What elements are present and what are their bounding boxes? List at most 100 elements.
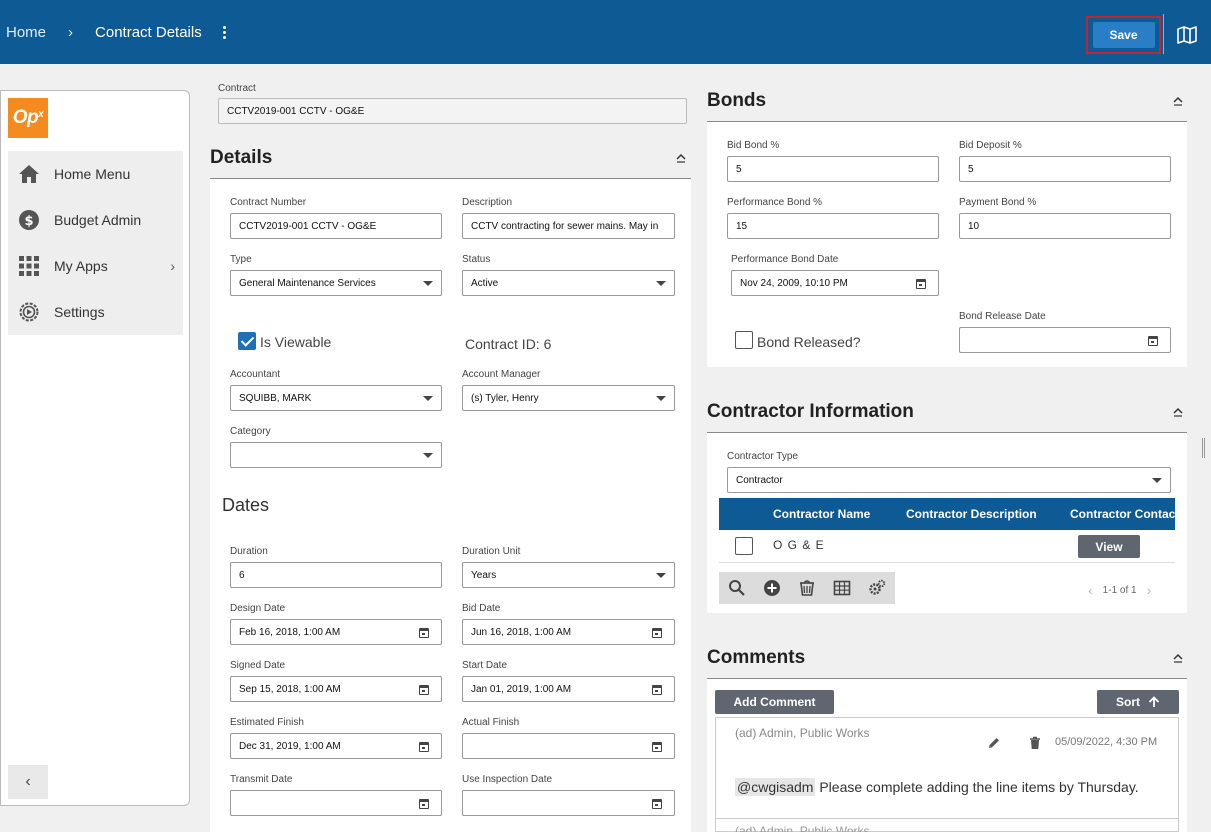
category-label: Category: [230, 426, 271, 437]
sidebar-item-budget-admin[interactable]: $ Budget Admin: [8, 197, 183, 243]
chevron-up-icon[interactable]: [1173, 407, 1183, 417]
sidebar-item-home-menu[interactable]: Home Menu: [8, 151, 183, 197]
search-icon[interactable]: [719, 572, 754, 604]
top-bar: Home › Contract Details: [0, 0, 1211, 64]
contractor-type-select[interactable]: Contractor: [727, 467, 1171, 493]
delete-basket-icon[interactable]: [789, 572, 824, 604]
dates-title: Dates: [222, 495, 270, 515]
table-columns-icon[interactable]: [825, 572, 860, 604]
chevron-up-icon[interactable]: [1173, 96, 1183, 106]
calendar-icon[interactable]: [419, 799, 429, 809]
accountant-select[interactable]: SQUIBB, MARK: [230, 385, 442, 411]
column-header-contractor-description[interactable]: Contractor Description: [906, 507, 1037, 521]
actual-finish-input[interactable]: [462, 733, 675, 759]
comment-separator: [716, 818, 1178, 819]
edit-pencil-icon[interactable]: [987, 736, 1001, 750]
bond-release-date-label: Bond Release Date: [959, 311, 1046, 322]
performance-bond-date-value: Nov 24, 2009, 10:10 PM: [740, 277, 848, 289]
breadcrumb: Home › Contract Details: [0, 24, 202, 41]
grid-icon: [17, 254, 41, 278]
category-select[interactable]: [230, 442, 442, 468]
breadcrumb-separator-icon: ›: [68, 23, 74, 41]
calendar-icon[interactable]: [916, 279, 926, 289]
signed-date-input[interactable]: Sep 15, 2018, 1:00 AM: [230, 676, 442, 702]
estimated-finish-input[interactable]: Dec 31, 2019, 1:00 AM: [230, 733, 442, 759]
status-value: Active: [471, 277, 499, 289]
delete-trash-icon[interactable]: [1029, 736, 1041, 750]
comment-body: @cwgisadm Please complete adding the lin…: [735, 778, 1139, 796]
sort-button[interactable]: Sort: [1097, 690, 1179, 714]
actual-finish-label: Actual Finish: [462, 717, 520, 728]
settings-gears-icon[interactable]: [860, 572, 895, 604]
calendar-icon[interactable]: [1148, 336, 1158, 346]
performance-bond-input[interactable]: 15: [727, 213, 939, 239]
contract-number-input[interactable]: CCTV2019-001 CCTV - OG&E: [230, 213, 442, 239]
calendar-icon[interactable]: [652, 628, 662, 638]
save-button[interactable]: Save: [1092, 22, 1155, 48]
calendar-icon[interactable]: [419, 628, 429, 638]
row-select-checkbox[interactable]: [735, 537, 753, 555]
view-contact-button[interactable]: View: [1078, 535, 1140, 558]
duration-unit-select[interactable]: Years: [462, 562, 675, 588]
bid-date-value: Jun 16, 2018, 1:00 AM: [471, 626, 572, 638]
description-label: Description: [462, 197, 513, 208]
bond-release-date-input[interactable]: [959, 327, 1171, 353]
bonds-title: Bonds: [707, 90, 767, 111]
more-options-icon[interactable]: [222, 25, 228, 39]
calendar-icon[interactable]: [652, 685, 662, 695]
bid-deposit-input[interactable]: 5: [959, 156, 1171, 182]
sort-label: Sort: [1116, 695, 1140, 709]
sidebar-item-label: Settings: [54, 304, 105, 320]
account-manager-label: Account Manager: [462, 369, 541, 380]
sidebar-item-label: My Apps: [54, 258, 108, 274]
accountant-label: Accountant: [230, 369, 281, 380]
table-toolbar: [719, 572, 895, 604]
use-inspection-date-input[interactable]: [462, 790, 675, 816]
transmit-date-input[interactable]: [230, 790, 442, 816]
sidebar-item-settings[interactable]: Settings: [8, 289, 183, 335]
signed-date-value: Sep 15, 2018, 1:00 AM: [239, 683, 341, 695]
column-header-contractor-name[interactable]: Contractor Name: [773, 507, 870, 521]
chevron-right-icon[interactable]: ›: [1147, 582, 1152, 598]
description-input[interactable]: CCTV contracting for sewer mains. May in: [462, 213, 675, 239]
panel-resize-handle[interactable]: [1202, 438, 1205, 458]
start-date-input[interactable]: Jan 01, 2019, 1:00 AM: [462, 676, 675, 702]
chevron-left-icon[interactable]: ‹: [1088, 582, 1093, 598]
gear-icon: [17, 300, 41, 324]
add-comment-button[interactable]: Add Comment: [715, 690, 834, 714]
bid-bond-label: Bid Bond %: [727, 140, 780, 151]
calendar-icon[interactable]: [652, 742, 662, 752]
type-select[interactable]: General Maintenance Services: [230, 270, 442, 296]
bid-bond-input[interactable]: 5: [727, 156, 939, 182]
map-icon[interactable]: [1177, 26, 1197, 44]
chevron-up-icon[interactable]: [1173, 653, 1183, 663]
transmit-date-label: Transmit Date: [230, 774, 293, 785]
caret-down-icon: [423, 396, 433, 401]
type-value: General Maintenance Services: [239, 277, 376, 289]
is-viewable-checkbox[interactable]: [238, 332, 256, 350]
bid-date-input[interactable]: Jun 16, 2018, 1:00 AM: [462, 619, 675, 645]
payment-bond-input[interactable]: 10: [959, 213, 1171, 239]
calendar-icon[interactable]: [419, 742, 429, 752]
collapse-sidebar-button[interactable]: ‹: [8, 765, 48, 799]
performance-bond-date-input[interactable]: Nov 24, 2009, 10:10 PM: [731, 270, 939, 296]
status-select[interactable]: Active: [462, 270, 675, 296]
duration-label: Duration: [230, 546, 268, 557]
caret-down-icon: [423, 281, 433, 286]
bond-released-checkbox[interactable]: [735, 331, 753, 349]
sidebar-item-my-apps[interactable]: My Apps ›: [8, 243, 183, 289]
duration-unit-label: Duration Unit: [462, 546, 521, 557]
duration-input[interactable]: 6: [230, 562, 442, 588]
chevron-up-icon[interactable]: [676, 153, 686, 163]
comment-mention[interactable]: @cwgisadm: [735, 778, 816, 796]
calendar-icon[interactable]: [652, 799, 662, 809]
pagination-text: 1-1 of 1: [1102, 584, 1137, 596]
sidebar-item-label: Budget Admin: [54, 212, 142, 228]
breadcrumb-home-link[interactable]: Home: [6, 24, 46, 41]
calendar-icon[interactable]: [419, 685, 429, 695]
design-date-input[interactable]: Feb 16, 2018, 1:00 AM: [230, 619, 442, 645]
column-header-contractor-contact[interactable]: Contractor Contact: [1070, 507, 1175, 521]
sidebar-nav: Home Menu $ Budget Admin My Apps › Setti…: [8, 151, 183, 335]
add-circle-icon[interactable]: [754, 572, 789, 604]
account-manager-select[interactable]: (s) Tyler, Henry: [462, 385, 675, 411]
